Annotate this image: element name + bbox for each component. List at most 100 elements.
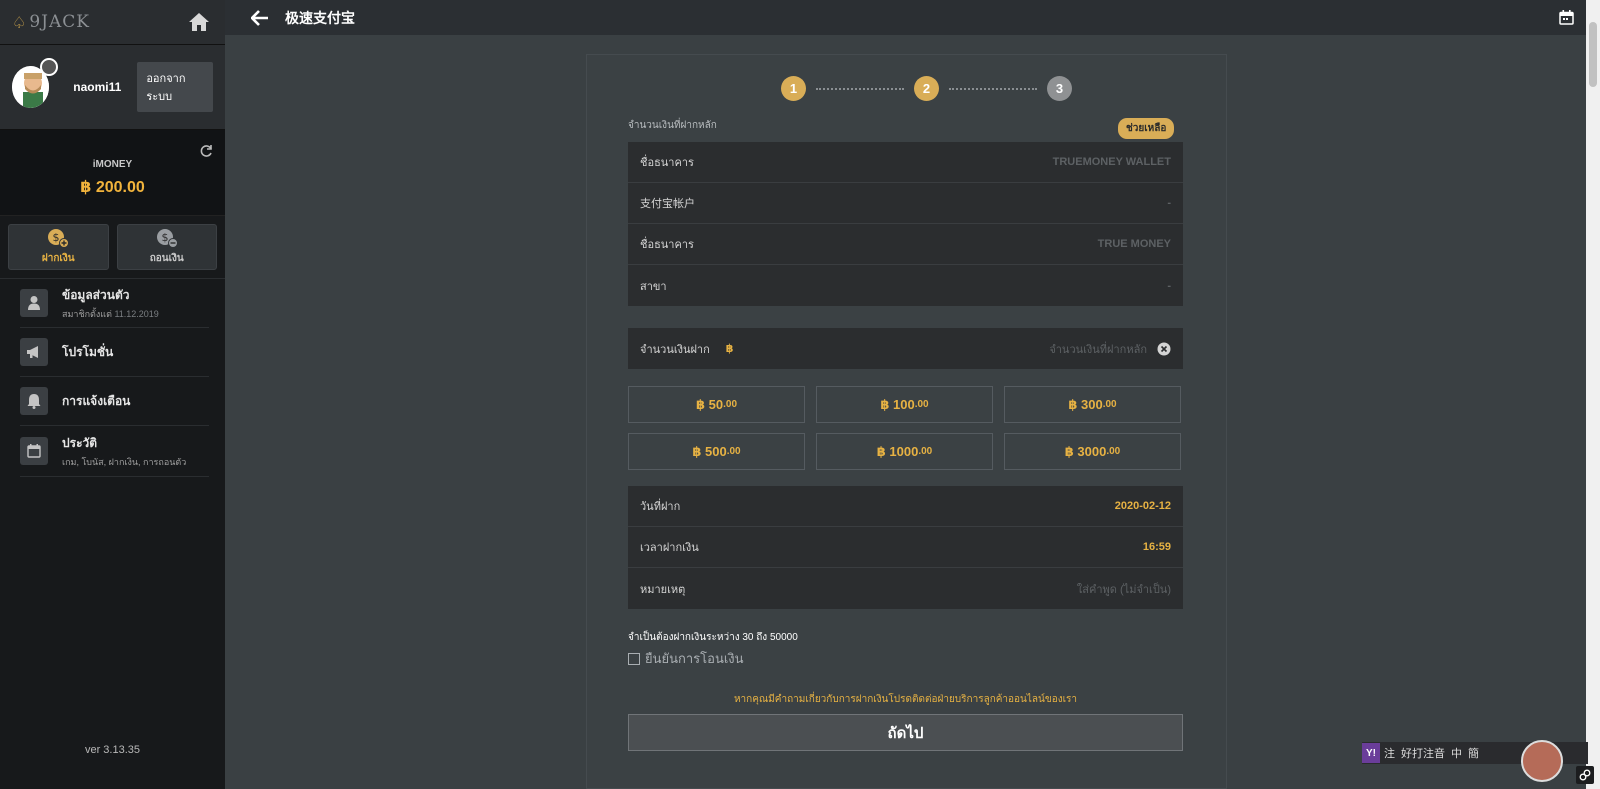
quick-amount-button[interactable]: ฿ 1000.00: [816, 433, 993, 470]
sidebar-item-history[interactable]: ประวัติ เกม, โบนัส, ฝากเงิน, การถอนตัว: [20, 426, 209, 477]
sidebar-item-sublabel: เกม, โบนัส, ฝากเงิน, การถอนตัว: [62, 456, 187, 467]
back-arrow-icon[interactable]: [251, 9, 269, 27]
deposit-amount-field[interactable]: จำนวนเงินฝาก ฿ จำนวนเงินที่ฝากหลัก: [628, 328, 1183, 369]
step-connector: [949, 87, 1037, 90]
sidebar: ♤ 9JACK naomi11 ออกจากระบบ iMONEY ฿ 200.…: [0, 0, 225, 789]
sidebar-item-label: ประวัติ: [62, 435, 98, 450]
link-icon[interactable]: [1576, 766, 1594, 784]
quick-amount-value: ฿ 100: [880, 396, 915, 412]
quick-amount-value: ฿ 300: [1068, 396, 1103, 412]
quick-amount-button[interactable]: ฿ 500.00: [628, 433, 805, 470]
quick-amount-value: ฿ 1000: [876, 443, 919, 459]
bank-info-key: 支付宝帐户: [640, 198, 695, 210]
amount-input-placeholder[interactable]: จำนวนเงินที่ฝากหลัก: [1049, 340, 1147, 358]
sidebar-item-profile[interactable]: ข้อมูลส่วนตัว สมาชิกตั้งแต่ 11.12.2019: [20, 279, 209, 328]
ime-avatar[interactable]: [1521, 740, 1563, 782]
bank-info-row: สาขา -: [628, 265, 1183, 306]
deposit-date-row[interactable]: วันที่ฝาก 2020-02-12: [628, 486, 1183, 527]
bank-info-value[interactable]: -: [1167, 197, 1171, 209]
scrollbar-thumb[interactable]: [1589, 22, 1597, 87]
quick-amount-button[interactable]: ฿ 50.00: [628, 386, 805, 423]
bank-info-value[interactable]: TRUEMONEY WALLET: [1053, 156, 1171, 168]
bank-info-value[interactable]: TRUE MONEY: [1098, 238, 1171, 250]
ime-item[interactable]: 簡: [1468, 745, 1479, 761]
calendar-icon[interactable]: [1559, 10, 1574, 25]
deposit-label: ฝากเงิน: [41, 253, 75, 264]
logout-button[interactable]: ออกจากระบบ: [137, 62, 213, 112]
sidebar-menu: ข้อมูลส่วนตัว สมาชิกตั้งแต่ 11.12.2019 โ…: [0, 279, 225, 477]
remark-label: หมายเหตุ: [640, 583, 686, 596]
quick-amount-value: ฿ 3000: [1064, 443, 1107, 459]
profile-panel: naomi11 ออกจากระบบ: [0, 45, 225, 130]
bank-info-key: ชื่อธนาคาร: [640, 157, 694, 169]
quick-amount-button[interactable]: ฿ 300.00: [1004, 386, 1181, 423]
withdraw-coin-icon: $: [156, 229, 178, 248]
contact-support-note[interactable]: หากคุณมีคำถามเกี่ยวกับการฝากเงินโปรดติดต…: [628, 692, 1183, 707]
deposit-card: 1 2 3 จำนวนเงินที่ฝากหลัก ช่วยเหลือ ชื่อ…: [586, 54, 1227, 789]
svg-text:$: $: [53, 231, 60, 244]
member-since-prefix: สมาชิกตั้งแต่: [62, 308, 112, 319]
amount-label: จำนวนเงินฝาก: [640, 343, 710, 356]
refresh-icon[interactable]: [199, 144, 213, 158]
member-since-date: 11.12.2019: [114, 308, 159, 319]
ime-item[interactable]: 好打注音: [1401, 745, 1445, 761]
quick-amount-decimal: .00: [1106, 446, 1121, 457]
deposit-date-value[interactable]: 2020-02-12: [1115, 500, 1171, 512]
quick-amount-decimal: .00: [723, 399, 738, 410]
deposit-time-label: เวลาฝากเงิน: [640, 542, 699, 554]
brand-logo[interactable]: ♤ 9JACK: [12, 12, 90, 32]
deposit-details-box: วันที่ฝาก 2020-02-12 เวลาฝากเงิน 16:59 ห…: [628, 486, 1183, 609]
withdraw-button[interactable]: $ ถอนเงิน: [116, 224, 217, 270]
currency-symbol: ฿: [725, 343, 734, 355]
quick-amount-button[interactable]: ฿ 3000.00: [1004, 433, 1181, 470]
wallet-label: iMONEY: [92, 159, 133, 170]
home-icon[interactable]: [187, 11, 211, 33]
logo-bar: ♤ 9JACK: [0, 0, 225, 45]
member-since: สมาชิกตั้งแต่ 11.12.2019: [62, 307, 159, 321]
ime-item[interactable]: 注: [1384, 745, 1395, 761]
ime-logo-icon[interactable]: Y!: [1362, 743, 1380, 763]
sidebar-item-label: การแจ้งเตือน: [62, 393, 131, 408]
app-root: ♤ 9JACK naomi11 ออกจากระบบ iMONEY ฿ 200.…: [0, 0, 1600, 789]
remark-input-placeholder[interactable]: ใส่คำพูด (ไม่จำเป็น): [1077, 580, 1171, 598]
user-icon: [20, 289, 48, 317]
wallet-balance: ฿ 200.00: [80, 179, 145, 196]
sidebar-item-notifications[interactable]: การแจ้งเตือน: [20, 377, 209, 426]
sidebar-item-label: ข้อมูลส่วนตัว: [62, 287, 130, 302]
deposit-coin-icon: $: [48, 229, 70, 248]
quick-amount-button[interactable]: ฿ 100.00: [816, 386, 993, 423]
sidebar-item-promotions[interactable]: โปรโมชั่น: [20, 328, 209, 377]
help-button[interactable]: ช่วยเหลือ: [1118, 118, 1175, 139]
username: naomi11: [73, 80, 122, 94]
top-header: 极速支付宝: [225, 0, 1586, 35]
deposit-time-value[interactable]: 16:59: [1143, 541, 1171, 553]
confirm-transfer-checkbox[interactable]: ยืนยันการโอนเงิน: [628, 648, 744, 669]
step-1: 1: [781, 76, 806, 101]
step-connector: [816, 87, 904, 90]
wallet-actions: $ ฝากเงิน $ ถอนเงิน: [0, 216, 225, 279]
ime-item[interactable]: 中: [1451, 745, 1462, 761]
next-button[interactable]: ถัดไป: [628, 714, 1183, 751]
step-3: 3: [1047, 76, 1072, 101]
bank-info-key: สาขา: [640, 280, 667, 293]
bank-info-box: ชื่อธนาคาร TRUEMONEY WALLET 支付宝帐户 - ชื่อ…: [628, 142, 1183, 306]
checkbox-box[interactable]: [628, 652, 640, 665]
page-title: 极速支付宝: [285, 9, 355, 26]
clear-icon[interactable]: [1157, 342, 1171, 356]
deposit-time-row[interactable]: เวลาฝากเงิน 16:59: [628, 527, 1183, 568]
bank-info-value[interactable]: -: [1167, 280, 1171, 292]
megaphone-icon: [20, 338, 48, 366]
deposit-button[interactable]: $ ฝากเงิน: [8, 224, 109, 270]
page-scrollbar[interactable]: [1586, 0, 1600, 789]
app-version: ver 3.13.35: [84, 744, 141, 756]
confirm-transfer-label[interactable]: ยืนยันการโอนเงิน: [645, 648, 744, 669]
bank-info-row: ชื่อธนาคาร TRUEMONEY WALLET: [628, 142, 1183, 183]
remark-row[interactable]: หมายเหตุ ใส่คำพูด (ไม่จำเป็น): [628, 568, 1183, 609]
quick-amount-decimal: .00: [726, 446, 741, 457]
quick-amount-decimal: .00: [918, 446, 933, 457]
sidebar-item-label: โปรโมชั่น: [62, 344, 114, 359]
logo-mark-icon: ♤: [12, 12, 28, 32]
step-indicator: 1 2 3: [781, 76, 1072, 101]
deposit-date-label: วันที่ฝาก: [640, 501, 681, 513]
min-deposit-label: จำนวนเงินที่ฝากหลัก: [628, 120, 717, 131]
